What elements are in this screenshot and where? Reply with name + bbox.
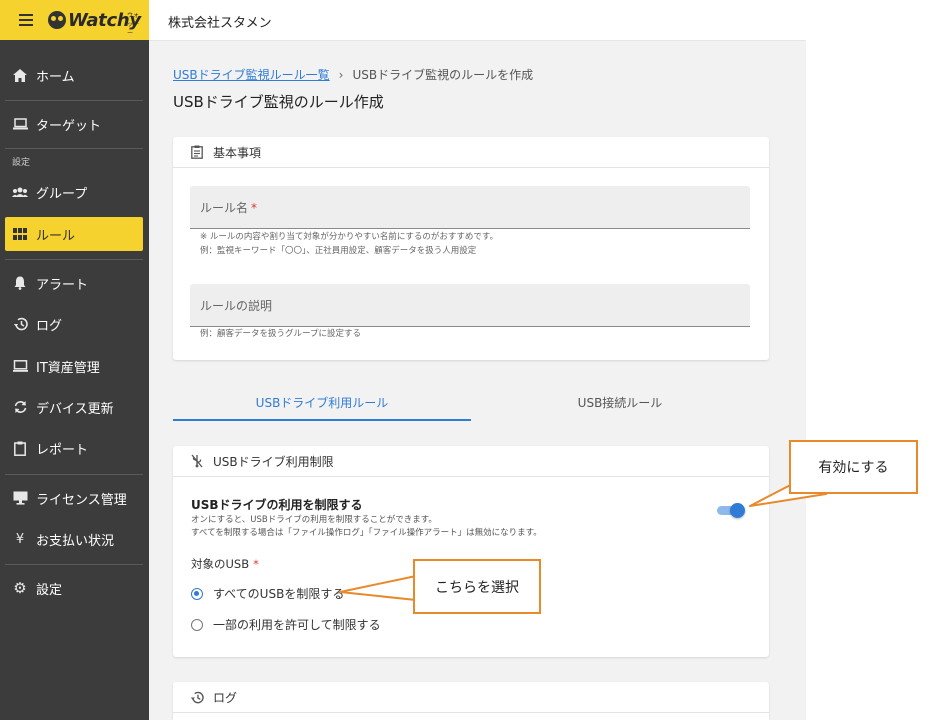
sidebar-item-it-asset[interactable]: IT資産管理: [0, 352, 149, 380]
sidebar-item-label: ホーム: [36, 69, 75, 85]
yen-icon: ¥: [15, 531, 25, 547]
sidebar-item-rule[interactable]: ルール: [5, 217, 143, 251]
radio-label: すべてのUSBを制限する: [213, 587, 345, 601]
logo-eyes-icon: [48, 11, 66, 29]
sidebar-divider: [5, 564, 143, 565]
radio-button-selected[interactable]: [191, 587, 203, 600]
required-mark: *: [253, 557, 259, 571]
rule-description-hint: 例：顧客データを扱うグループに設定する: [200, 329, 361, 339]
usb-limit-card-header: USBドライブ利用制限: [173, 446, 769, 477]
sidebar-divider: [5, 259, 143, 260]
bell-icon: [12, 275, 28, 291]
page-title: USBドライブ監視のルール作成: [173, 93, 384, 111]
radio-allow-partial-usb[interactable]: 一部の利用を許可して制限する: [191, 616, 381, 633]
sidebar-item-label: 設定: [36, 582, 63, 598]
sidebar-item-label: お支払い状況: [36, 533, 115, 549]
sidebar-divider: [5, 148, 143, 149]
sidebar-item-payment[interactable]: ¥ お支払い状況: [0, 525, 149, 553]
rule-description-field[interactable]: ルールの説明: [190, 284, 750, 327]
company-name: 株式会社スタメン: [168, 16, 272, 31]
target-usb-label: 対象のUSB *: [191, 557, 259, 571]
monitor-icon: [12, 490, 28, 506]
sidebar-item-group[interactable]: グループ: [0, 178, 149, 206]
callout-enable: 有効にする: [789, 440, 918, 494]
clipboard-icon: [12, 440, 28, 456]
usb-limit-card-title: USBドライブ利用制限: [213, 454, 334, 469]
history-icon: [12, 316, 28, 332]
log-card-header: ログ: [173, 682, 769, 713]
usb-limit-toggle[interactable]: [717, 503, 745, 518]
sidebar-section-label: 設定: [12, 158, 31, 168]
usb-limit-card: USBドライブ利用制限 USBドライブの利用を制限する オンにすると、USBドラ…: [173, 446, 769, 657]
radio-label: 一部の利用を許可して制限する: [213, 618, 381, 632]
breadcrumb-separator: ›: [338, 67, 344, 82]
sidebar-item-report[interactable]: レポート: [0, 434, 149, 462]
rule-name-hint: ※ ルールの内容や割り当て対象が分かりやすい名前にするのがおすすめです。 例：監…: [200, 232, 499, 256]
breadcrumb: USBドライブ監視ルール一覧 › USBドライブ監視のルールを作成: [173, 66, 533, 83]
log-card: ログ: [173, 682, 769, 720]
basic-card-header: 基本事項: [173, 137, 769, 168]
sidebar-item-settings[interactable]: ⚙ 設定: [0, 574, 149, 602]
sidebar-item-label: ライセンス管理: [36, 492, 127, 508]
sidebar-item-log[interactable]: ログ: [0, 310, 149, 338]
sidebar-divider: [5, 474, 143, 475]
logo-kana: ウォッチー: [127, 12, 140, 37]
sidebar-item-label: ログ: [36, 318, 63, 334]
grid-icon: [12, 226, 28, 242]
breadcrumb-link-rule-list[interactable]: USBドライブ監視ルール一覧: [173, 66, 330, 83]
sidebar-item-device-update[interactable]: デバイス更新: [0, 393, 149, 421]
rule-name-label: ルール名 *: [200, 201, 258, 215]
clipboard-list-icon: [190, 145, 204, 159]
radio-button[interactable]: [191, 618, 203, 631]
breadcrumb-current: USBドライブ監視のルールを作成: [352, 68, 534, 82]
rule-tabs: USBドライブ利用ルール USB接続ルール: [173, 383, 769, 421]
sidebar-item-label: グループ: [36, 186, 88, 202]
watchy-logo[interactable]: Watchy ウォッチー: [48, 8, 141, 37]
rule-description-label: ルールの説明: [200, 299, 273, 313]
computer-icon: [12, 358, 28, 374]
sidebar-item-alert[interactable]: アラート: [0, 269, 149, 297]
sidebar-divider: [5, 100, 143, 101]
brand-bar: Watchy ウォッチー: [0, 0, 149, 40]
laptop-icon: [12, 116, 28, 132]
required-mark: *: [251, 201, 258, 215]
gear-icon: ⚙: [13, 579, 27, 597]
tab-usb-drive-rule[interactable]: USBドライブ利用ルール: [173, 383, 471, 421]
refresh-icon: [12, 399, 28, 415]
sidebar-item-label: ルール: [36, 228, 76, 244]
menu-icon[interactable]: [19, 14, 33, 26]
sidebar-item-license[interactable]: ライセンス管理: [0, 484, 149, 512]
toggle-knob: [730, 503, 745, 518]
tab-active-indicator: [173, 419, 471, 421]
usb-off-icon: [190, 454, 204, 468]
sidebar-item-label: デバイス更新: [36, 401, 114, 417]
radio-restrict-all-usb[interactable]: すべてのUSBを制限する: [191, 585, 344, 602]
sidebar-item-target[interactable]: ターゲット: [0, 110, 149, 138]
rule-name-field[interactable]: ルール名 *: [190, 186, 750, 229]
basic-card: 基本事項 ルール名 * ※ ルールの内容や割り当て対象が分かりやすい名前にするのが…: [173, 137, 769, 360]
usb-limit-option-description: オンにすると、USBドライブの利用を制限することができます。 すべてを制限する場…: [191, 515, 542, 538]
tab-usb-connection-rule[interactable]: USB接続ルール: [471, 383, 769, 421]
history-icon: [190, 690, 204, 704]
sidebar-item-home[interactable]: ホーム: [0, 61, 149, 89]
sidebar-item-label: アラート: [36, 277, 89, 293]
callout-select: こちらを選択: [413, 559, 541, 614]
sidebar: Watchy ウォッチー ホーム ターゲット 設定 グループ ルール アラート …: [0, 0, 149, 720]
sidebar-item-label: IT資産管理: [36, 360, 100, 376]
sidebar-item-label: ターゲット: [36, 118, 102, 134]
log-card-title: ログ: [213, 690, 238, 705]
usb-limit-option-title: USBドライブの利用を制限する: [191, 498, 363, 512]
sidebar-item-label: レポート: [36, 442, 89, 458]
basic-card-title: 基本事項: [213, 145, 262, 160]
group-icon: [12, 184, 28, 200]
home-icon: [12, 67, 28, 83]
